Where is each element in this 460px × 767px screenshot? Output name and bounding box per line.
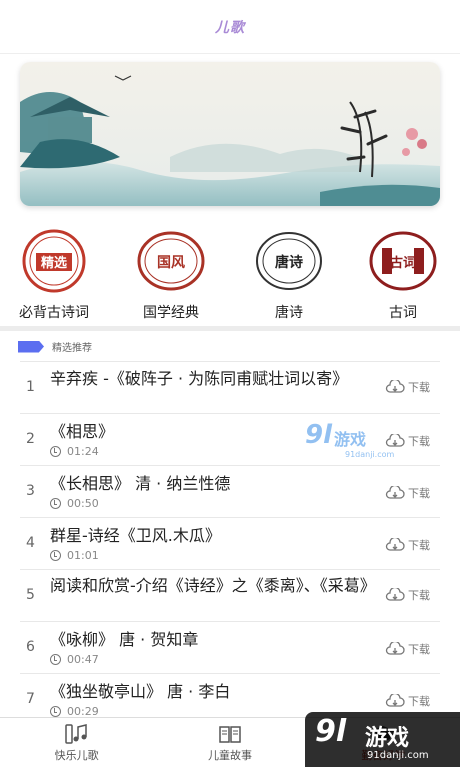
list-item[interactable]: 1 辛弃疾 -《破阵子 · 为陈同甫赋壮词以寄》 下载 — [20, 361, 440, 413]
category-guoxue[interactable]: 国风 国学经典 — [121, 226, 221, 322]
download-label: 下载 — [408, 435, 430, 448]
category-row: 精选 必背古诗词 国风 国学经典 唐诗 唐诗 古词 古词 — [0, 226, 460, 326]
bottom-nav: 快乐儿歌 儿童故事 勤奋好学 — [0, 717, 460, 767]
section-title: 精选推荐 — [52, 343, 92, 354]
cloud-download-icon — [385, 588, 405, 601]
item-duration: 01:01 — [50, 549, 99, 562]
item-number: 3 — [26, 483, 35, 499]
download-button[interactable]: 下载 — [385, 485, 430, 501]
section-divider — [0, 326, 460, 331]
item-title: 《相思》 — [50, 422, 115, 441]
item-number: 7 — [26, 691, 35, 707]
duration-text: 01:24 — [67, 445, 99, 458]
item-number: 5 — [26, 587, 35, 603]
clock-icon — [50, 654, 61, 665]
nav-label: 儿童故事 — [207, 748, 252, 762]
download-label: 下载 — [408, 539, 430, 552]
category-label: 国学经典 — [143, 305, 199, 321]
category-label: 必背古诗词 — [19, 305, 89, 321]
item-title: 《独坐敬亭山》 唐 · 李白 — [50, 682, 231, 701]
category-label: 唐诗 — [275, 305, 303, 321]
tab-kids-stories[interactable]: 儿童故事 — [153, 718, 306, 767]
tab-happy-songs[interactable]: 快乐儿歌 — [0, 718, 153, 767]
download-label: 下载 — [408, 695, 430, 708]
cloud-download-icon — [385, 642, 405, 655]
duration-text: 00:47 — [67, 653, 99, 666]
list-item[interactable]: 5 阅读和欣赏-介绍《诗经》之《黍离》、《采葛》 下载 — [20, 569, 440, 621]
item-duration: 00:47 — [50, 653, 99, 666]
list-item[interactable]: 4 群星-诗经《卫风.木瓜》 01:01 下载 — [20, 517, 440, 569]
clock-icon — [50, 706, 61, 717]
download-button[interactable]: 下载 — [385, 693, 430, 709]
download-label: 下载 — [408, 381, 430, 394]
seal-badge-icon: 国风 — [136, 226, 206, 296]
item-duration: 01:24 — [50, 445, 99, 458]
list-item[interactable]: 6 《咏柳》 唐 · 贺知章 00:47 下载 — [20, 621, 440, 673]
clock-icon — [50, 446, 61, 457]
item-number: 2 — [26, 431, 35, 447]
category-must-learn[interactable]: 精选 必背古诗词 — [4, 226, 104, 322]
download-button[interactable]: 下载 — [385, 433, 430, 449]
category-tang-poems[interactable]: 唐诗 唐诗 — [239, 226, 339, 322]
seal-badge-icon: 唐诗 — [254, 226, 324, 296]
item-number: 4 — [26, 535, 35, 551]
seal-badge-icon: 精选 — [19, 226, 89, 296]
item-title: 辛弃疾 -《破阵子 · 为陈同甫赋壮词以寄》 — [50, 369, 349, 388]
banner-image[interactable] — [20, 62, 440, 206]
book-icon — [219, 725, 241, 743]
cloud-download-icon — [385, 486, 405, 499]
duration-text: 01:01 — [67, 549, 99, 562]
category-label: 古词 — [389, 305, 417, 321]
item-title: 《咏柳》 唐 · 贺知章 — [50, 630, 199, 649]
graduation-cap-icon — [371, 725, 396, 741]
download-button[interactable]: 下载 — [385, 379, 430, 395]
item-title: 《长相思》 清 · 纳兰性德 — [50, 474, 231, 493]
category-badge-text: 国风 — [157, 255, 185, 271]
download-label: 下载 — [408, 589, 430, 602]
clock-icon — [50, 550, 61, 561]
cloud-download-icon — [385, 380, 405, 393]
category-ci[interactable]: 古词 古词 — [353, 226, 453, 322]
music-note-icon — [64, 723, 87, 744]
item-title: 群星-诗经《卫风.木瓜》 — [50, 526, 221, 545]
download-button[interactable]: 下载 — [385, 641, 430, 657]
header: 儿歌 — [0, 0, 460, 54]
download-button[interactable]: 下载 — [385, 537, 430, 553]
category-badge-text: 精选 — [41, 255, 67, 271]
track-list: 1 辛弃疾 -《破阵子 · 为陈同甫赋壮词以寄》 下载 2 《相思》 01:24… — [20, 361, 440, 725]
item-number: 6 — [26, 639, 35, 655]
nav-label: 勤奋好学 — [361, 748, 406, 762]
item-number: 1 — [26, 379, 35, 395]
cloud-download-icon — [385, 538, 405, 551]
section-header: 精选推荐 — [18, 339, 92, 354]
nav-label: 快乐儿歌 — [54, 748, 99, 762]
cloud-download-icon — [385, 434, 405, 447]
seal-badge-icon: 古词 — [368, 226, 438, 296]
duration-text: 00:50 — [67, 497, 99, 510]
download-label: 下载 — [408, 487, 430, 500]
list-item[interactable]: 2 《相思》 01:24 下载 — [20, 413, 440, 465]
item-duration: 00:50 — [50, 497, 99, 510]
category-badge-text: 古词 — [390, 255, 416, 271]
download-button[interactable]: 下载 — [385, 587, 430, 603]
list-item[interactable]: 3 《长相思》 清 · 纳兰性德 00:50 下载 — [20, 465, 440, 517]
flag-icon — [18, 340, 44, 353]
app-root: 儿歌 精选 必背古诗词 国风 国学经典 唐诗 唐诗 古词 古词 精选推荐 1 辛… — [0, 0, 460, 767]
clock-icon — [50, 498, 61, 509]
category-badge-text: 唐诗 — [275, 254, 303, 271]
page-title: 儿歌 — [215, 19, 245, 36]
item-title: 阅读和欣赏-介绍《诗经》之《黍离》、《采葛》 — [50, 576, 376, 595]
download-label: 下载 — [408, 643, 430, 656]
cloud-download-icon — [385, 694, 405, 707]
tab-diligent-study[interactable]: 勤奋好学 — [307, 718, 460, 767]
